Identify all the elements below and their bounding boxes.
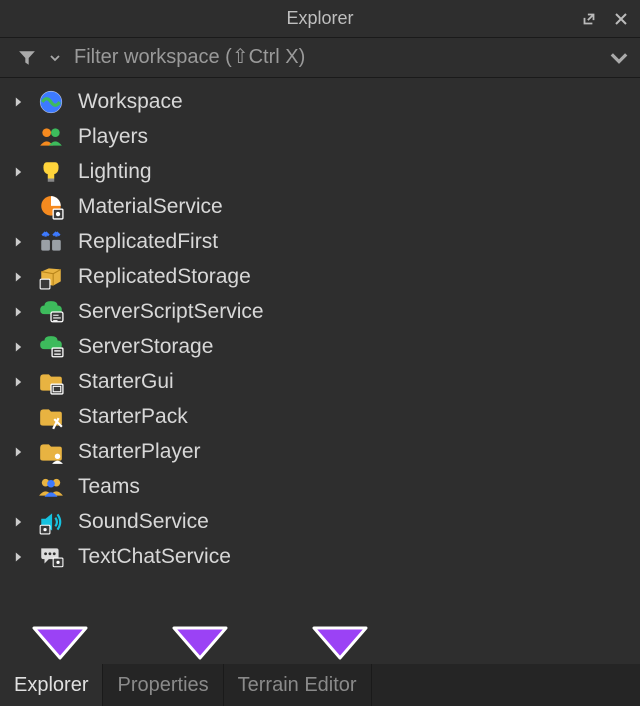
tree-item-label: Players — [78, 125, 148, 149]
chevron-right-icon — [14, 236, 23, 248]
tree-item-label: ReplicatedFirst — [78, 230, 218, 254]
tree-item-label: StarterPack — [78, 405, 188, 429]
tree-item-replicatedfirst[interactable]: ReplicatedFirst — [0, 224, 640, 259]
bottom-tabs: ExplorerPropertiesTerrain Editor — [0, 664, 640, 706]
expand-toggle[interactable] — [14, 84, 38, 119]
replicatedstorage-icon — [38, 264, 64, 290]
undock-icon — [580, 10, 598, 28]
expand-toggle[interactable] — [14, 224, 38, 259]
tree-item-startergui[interactable]: StarterGui — [0, 364, 640, 399]
titlebar-controls — [578, 0, 632, 37]
tree-item-players[interactable]: Players — [0, 119, 640, 154]
chevron-right-icon — [14, 516, 23, 528]
tree-item-starterpack[interactable]: StarterPack — [0, 399, 640, 434]
tree-item-workspace[interactable]: Workspace — [0, 84, 640, 119]
workspace-icon — [38, 89, 64, 115]
expand-toggle[interactable] — [14, 364, 38, 399]
tree-item-starterplayer[interactable]: StarterPlayer — [0, 434, 640, 469]
undock-button[interactable] — [578, 8, 600, 30]
chevron-right-icon — [14, 166, 23, 178]
chevron-right-icon — [14, 376, 23, 388]
replicatedfirst-icon — [38, 229, 64, 255]
tree-item-label: StarterPlayer — [78, 440, 201, 464]
material-icon — [38, 194, 64, 220]
players-icon — [38, 124, 64, 150]
tree-item-label: TextChatService — [78, 545, 231, 569]
lighting-icon — [38, 159, 64, 185]
serverscript-icon — [38, 299, 64, 325]
expand-toggle[interactable] — [14, 434, 38, 469]
chevron-right-icon — [14, 341, 23, 353]
tab-properties[interactable]: Properties — [103, 664, 223, 706]
annotation-arrows — [0, 622, 640, 662]
expand-toggle — [14, 399, 38, 434]
teams-icon — [38, 474, 64, 500]
tree-item-label: SoundService — [78, 510, 209, 534]
expand-toggle — [14, 189, 38, 224]
tab-terrain-editor[interactable]: Terrain Editor — [224, 664, 372, 706]
expand-toggle — [14, 469, 38, 504]
tree-item-lighting[interactable]: Lighting — [0, 154, 640, 189]
starterplayer-icon — [38, 439, 64, 465]
tree-item-serverstorage[interactable]: ServerStorage — [0, 329, 640, 364]
tree-item-teams[interactable]: Teams — [0, 469, 640, 504]
expand-toggle — [14, 119, 38, 154]
expand-toggle[interactable] — [14, 329, 38, 364]
startergui-icon — [38, 369, 64, 395]
tree-item-materialservice[interactable]: MaterialService — [0, 189, 640, 224]
chevron-down-icon[interactable] — [50, 53, 60, 63]
chevron-right-icon — [14, 446, 23, 458]
close-button[interactable] — [610, 8, 632, 30]
sound-icon — [38, 509, 64, 535]
serverstorage-icon — [38, 334, 64, 360]
tree-item-label: ReplicatedStorage — [78, 265, 251, 289]
tree-item-label: ServerStorage — [78, 335, 213, 359]
purple-arrow-icon — [170, 622, 230, 662]
purple-arrow-icon — [30, 622, 90, 662]
tree-item-replicatedstorage[interactable]: ReplicatedStorage — [0, 259, 640, 294]
tree-item-serverscriptservice[interactable]: ServerScriptService — [0, 294, 640, 329]
expand-toggle[interactable] — [14, 259, 38, 294]
close-icon — [613, 11, 629, 27]
tree-item-textchatservice[interactable]: TextChatService — [0, 539, 640, 574]
expand-toggle[interactable] — [14, 539, 38, 574]
chevron-right-icon — [14, 271, 23, 283]
tree-item-label: Teams — [78, 475, 140, 499]
chevron-right-icon — [14, 96, 23, 108]
panel-title: Explorer — [286, 8, 353, 29]
expand-toggle[interactable] — [14, 504, 38, 539]
filter-input[interactable] — [74, 46, 596, 69]
tree-item-label: Workspace — [78, 90, 183, 114]
chevron-right-icon — [14, 551, 23, 563]
filter-row — [0, 38, 640, 78]
titlebar: Explorer — [0, 0, 640, 38]
textchat-icon — [38, 544, 64, 570]
tree-view[interactable]: Workspace Players Lighting MaterialService R… — [0, 78, 640, 622]
tree-item-label: StarterGui — [78, 370, 174, 394]
purple-arrow-icon — [310, 622, 370, 662]
expand-toggle[interactable] — [14, 294, 38, 329]
chevron-right-icon — [14, 306, 23, 318]
expand-toggle[interactable] — [14, 154, 38, 189]
tab-explorer[interactable]: Explorer — [0, 664, 103, 706]
tree-item-label: Lighting — [78, 160, 152, 184]
tree-item-label: ServerScriptService — [78, 300, 264, 324]
filter-menu-icon[interactable] — [610, 49, 628, 67]
filter-icon — [18, 49, 36, 67]
tree-item-label: MaterialService — [78, 195, 223, 219]
starterpack-icon — [38, 404, 64, 430]
tree-item-soundservice[interactable]: SoundService — [0, 504, 640, 539]
